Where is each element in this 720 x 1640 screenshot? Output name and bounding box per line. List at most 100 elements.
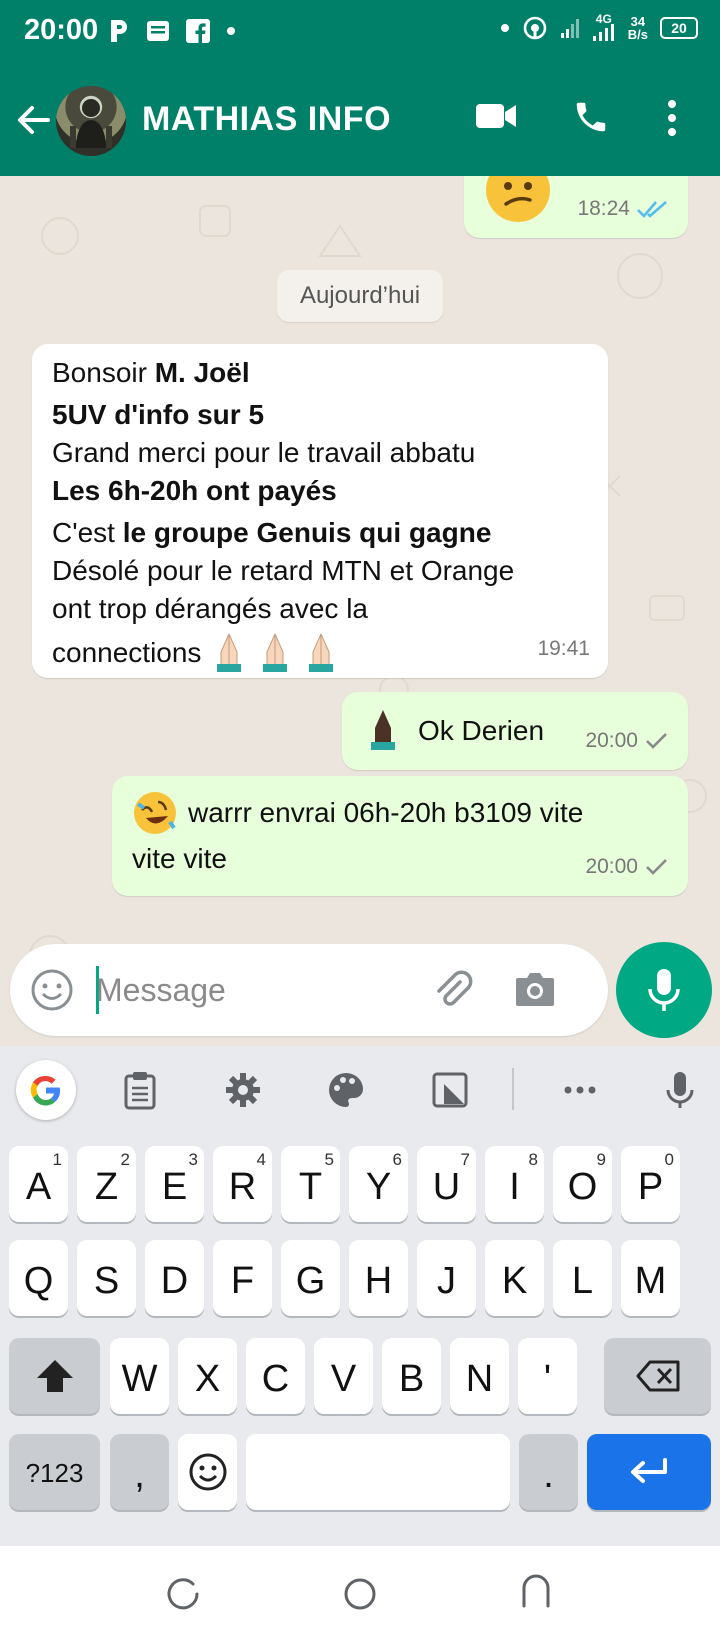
text-bold: Les 6h-20h ont payés	[52, 475, 337, 506]
key-label: U	[432, 1166, 461, 1208]
rolling-laughing-emoji	[134, 792, 176, 834]
home-icon[interactable]	[340, 1574, 380, 1614]
theme-palette-icon[interactable]	[326, 1070, 366, 1110]
clipboard-icon[interactable]	[120, 1070, 160, 1110]
enter-key[interactable]	[587, 1434, 711, 1510]
message-text: warrr envrai 06h-20h b3109 vite	[188, 797, 584, 828]
more-options-icon[interactable]	[666, 98, 678, 138]
settings-gear-icon[interactable]	[223, 1070, 263, 1110]
key-j[interactable]: J	[417, 1240, 476, 1316]
key-label: ,	[134, 1454, 145, 1496]
camera-icon[interactable]	[514, 970, 556, 1008]
enter-icon	[631, 1458, 667, 1483]
message-bubble-incoming[interactable]: Bonsoir M. Joël 5UV d'info sur 5 Grand m…	[32, 344, 608, 678]
text-line: 5UV d'info sur 5	[52, 396, 592, 434]
text-normal: Grand merci pour le travail abbatu	[52, 437, 476, 468]
key-e[interactable]: E3	[145, 1146, 204, 1222]
notification-icons	[108, 18, 236, 44]
message-meta: 18:24	[577, 190, 670, 228]
key-t[interactable]: T5	[281, 1146, 340, 1222]
key-z[interactable]: Z2	[77, 1146, 136, 1222]
text-normal: ont trop dérangés avec la	[52, 593, 368, 624]
key-p[interactable]: P0	[621, 1146, 680, 1222]
key-u[interactable]: U7	[417, 1146, 476, 1222]
period-key[interactable]: .	[519, 1434, 578, 1510]
comma-key[interactable]: ,	[110, 1434, 169, 1510]
key-label: V	[330, 1358, 357, 1400]
message-bubble-outgoing[interactable]: Ok Derien 20:00	[342, 692, 688, 770]
praying-hands-emoji	[309, 633, 334, 672]
key-i[interactable]: I8	[485, 1146, 544, 1222]
keyboard-mic-icon[interactable]	[660, 1070, 700, 1110]
backspace-key[interactable]	[604, 1338, 711, 1414]
text-normal: connections	[52, 637, 202, 668]
key-v[interactable]: V	[314, 1338, 373, 1414]
google-button[interactable]	[16, 1060, 76, 1120]
key-h[interactable]: H	[349, 1240, 408, 1316]
key-r[interactable]: R4	[213, 1146, 272, 1222]
message-meta: 20:00	[585, 722, 670, 760]
message-bubble-outgoing[interactable]: 18:24	[464, 176, 688, 238]
key-q[interactable]: Q	[9, 1240, 68, 1316]
key-label: Y	[365, 1166, 392, 1208]
shift-key[interactable]	[9, 1338, 100, 1414]
key-label: R	[228, 1166, 257, 1208]
text-line: Les 6h-20h ont payés	[52, 472, 592, 510]
one-handed-mode-icon[interactable]	[430, 1070, 470, 1110]
key-k[interactable]: K	[485, 1240, 544, 1316]
key-label: H	[364, 1260, 393, 1302]
symbols-key[interactable]: ?123	[9, 1434, 100, 1510]
text-line: ont trop dérangés avec la	[52, 590, 592, 628]
chat-area[interactable]: 18:24 Aujourd’hui Bonsoir M. Joël 5UV d'…	[0, 176, 720, 1046]
contact-name[interactable]: MATHIAS INFO	[142, 100, 391, 139]
voice-call-icon[interactable]	[572, 98, 610, 136]
key-g[interactable]: G	[281, 1240, 340, 1316]
avatar[interactable]	[56, 86, 126, 156]
key-o[interactable]: O9	[553, 1146, 612, 1222]
key-number-hint: 6	[392, 1150, 402, 1169]
key-x[interactable]: X	[178, 1338, 237, 1414]
message-input[interactable]	[96, 962, 426, 1018]
text-bold: M. Joël	[154, 357, 250, 388]
recent-apps-icon[interactable]	[163, 1574, 203, 1614]
video-call-icon[interactable]	[474, 100, 518, 132]
emoji-key[interactable]	[178, 1434, 237, 1510]
space-key[interactable]	[246, 1434, 510, 1510]
key-d[interactable]: D	[145, 1240, 204, 1316]
voice-record-button[interactable]	[616, 942, 712, 1038]
more-icon[interactable]	[560, 1070, 600, 1110]
message-meta: 19:41	[537, 630, 590, 668]
praying-hands-emoji	[217, 633, 242, 672]
message-composer	[10, 944, 608, 1036]
key-n[interactable]: N	[450, 1338, 509, 1414]
date-divider: Aujourd’hui	[277, 270, 443, 322]
emoji-icon[interactable]	[30, 968, 74, 1012]
message-time: 19:41	[537, 637, 590, 660]
key-w[interactable]: W	[110, 1338, 169, 1414]
message-bubble-outgoing[interactable]: warrr envrai 06h-20h b3109 vite vite vit…	[112, 776, 688, 896]
attachment-icon[interactable]	[430, 968, 474, 1012]
hotspot-icon	[523, 16, 547, 40]
key-b[interactable]: B	[382, 1338, 441, 1414]
key-f[interactable]: F	[213, 1240, 272, 1316]
key-l[interactable]: L	[553, 1240, 612, 1316]
key-y[interactable]: Y6	[349, 1146, 408, 1222]
key-a[interactable]: A1	[9, 1146, 68, 1222]
key-number-hint: 3	[188, 1150, 198, 1169]
message-time: 18:24	[577, 197, 630, 220]
key-number-hint: 9	[596, 1150, 606, 1169]
key-label: Z	[94, 1166, 119, 1208]
parking-icon	[111, 20, 127, 42]
message-text: Bonsoir M. Joël 5UV d'info sur 5 Grand m…	[52, 354, 592, 674]
key-label: O	[567, 1166, 598, 1208]
message-time: 20:00	[585, 855, 638, 878]
key-s[interactable]: S	[77, 1240, 136, 1316]
key-label: T	[298, 1166, 323, 1208]
key-c[interactable]: C	[246, 1338, 305, 1414]
key-m[interactable]: M	[621, 1240, 680, 1316]
key-apostrophe[interactable]: '	[518, 1338, 577, 1414]
back-arrow-icon[interactable]	[12, 98, 56, 142]
battery-indicator: 20	[660, 17, 698, 39]
key-label: N	[465, 1358, 494, 1400]
back-nav-icon[interactable]	[516, 1572, 556, 1612]
